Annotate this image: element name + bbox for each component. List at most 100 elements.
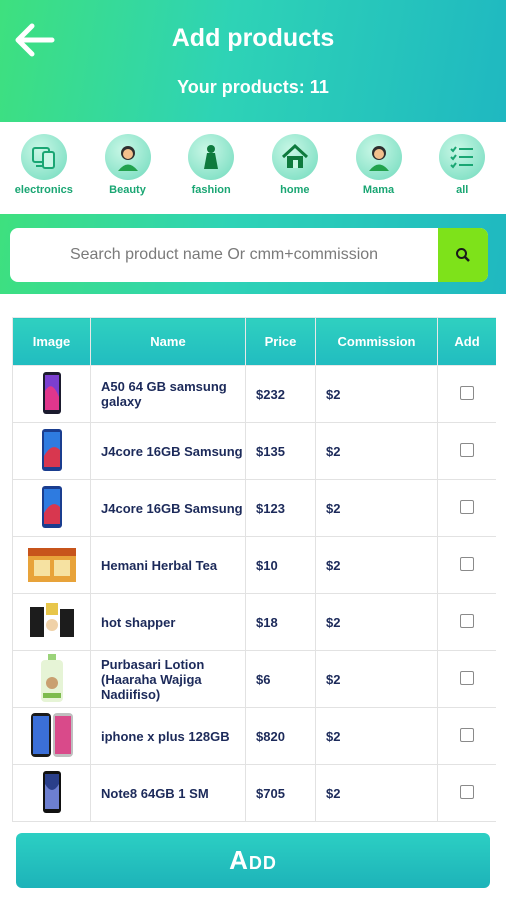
- table-row: J4core 16GB Samsung $135 $2: [12, 422, 496, 480]
- add-cell: [437, 707, 496, 765]
- search-icon: [456, 248, 470, 262]
- table-row: Note8 64GB 1 SM $705 $2: [12, 764, 496, 822]
- dress-icon: [188, 134, 235, 180]
- woman-icon: [355, 134, 402, 180]
- add-cell: [437, 593, 496, 651]
- category-label: all: [456, 184, 469, 196]
- product-commission: $2: [315, 764, 438, 822]
- add-cell: [437, 650, 496, 708]
- product-name: Purbasari Lotion (Haaraha Wajiga Nadiifi…: [90, 650, 246, 708]
- product-commission: $2: [315, 536, 438, 594]
- table-row: A50 64 GB samsung galaxy $232 $2: [12, 365, 496, 423]
- category-beauty[interactable]: Beauty: [86, 134, 170, 196]
- category-fashion[interactable]: fashion: [169, 134, 253, 196]
- page-title: Add products: [171, 24, 335, 52]
- product-commission: $2: [315, 422, 438, 480]
- table-row: J4core 16GB Samsung $123 $2: [12, 479, 496, 537]
- product-commission: $2: [315, 650, 438, 708]
- add-cell: [437, 365, 496, 423]
- header-commission: Commission: [315, 317, 438, 366]
- add-checkbox[interactable]: [460, 670, 474, 685]
- add-checkbox[interactable]: [460, 784, 474, 799]
- header-price: Price: [245, 317, 316, 366]
- product-image-cell: [12, 650, 91, 708]
- app-header: Add products Your products: 11: [0, 0, 506, 122]
- product-price: $232: [245, 365, 316, 423]
- category-label: fashion: [191, 184, 231, 196]
- header-name: Name: [90, 317, 246, 366]
- phone-icon: [42, 371, 61, 414]
- products-table: Image Name Price Commission Add A50 64 G…: [12, 317, 496, 822]
- tea-box-icon: [27, 547, 76, 582]
- phone-icon: [41, 485, 62, 528]
- phone-icon: [30, 712, 73, 757]
- product-price: $10: [245, 536, 316, 594]
- category-label: Mama: [362, 184, 395, 196]
- product-image-cell: [12, 479, 91, 537]
- house-icon: [271, 134, 318, 180]
- product-name: Hemani Herbal Tea: [90, 536, 246, 594]
- product-price: $123: [245, 479, 316, 537]
- add-cell: [437, 479, 496, 537]
- add-button[interactable]: Add: [16, 833, 490, 888]
- product-commission: $2: [315, 707, 438, 765]
- header-add: Add: [437, 317, 496, 366]
- product-name: J4core 16GB Samsung: [90, 479, 246, 537]
- product-commission: $2: [315, 479, 438, 537]
- add-checkbox[interactable]: [460, 499, 474, 514]
- product-name: A50 64 GB samsung galaxy: [90, 365, 246, 423]
- shaper-icon: [29, 602, 74, 637]
- devices-icon: [20, 134, 67, 180]
- product-image-cell: [12, 593, 91, 651]
- checklist-icon: [439, 134, 486, 180]
- add-checkbox[interactable]: [460, 385, 474, 400]
- category-bar: electronics Beauty fashion home Mama all: [0, 122, 506, 214]
- add-cell: [437, 764, 496, 822]
- product-name: iphone x plus 128GB: [90, 707, 246, 765]
- category-label: Beauty: [109, 184, 146, 196]
- category-home[interactable]: home: [253, 134, 337, 196]
- product-image-cell: [12, 365, 91, 423]
- product-commission: $2: [315, 365, 438, 423]
- category-label: electronics: [14, 184, 73, 196]
- product-image-cell: [12, 707, 91, 765]
- product-image-cell: [12, 764, 91, 822]
- product-price: $705: [245, 764, 316, 822]
- table-header-row: Image Name Price Commission Add: [12, 317, 496, 366]
- product-price: $18: [245, 593, 316, 651]
- product-commission: $2: [315, 593, 438, 651]
- product-price: $820: [245, 707, 316, 765]
- header-image: Image: [12, 317, 91, 366]
- table-row: iphone x plus 128GB $820 $2: [12, 707, 496, 765]
- category-mama[interactable]: Mama: [337, 134, 421, 196]
- woman-icon: [104, 134, 151, 180]
- products-table-container: Image Name Price Commission Add A50 64 G…: [12, 317, 496, 823]
- add-checkbox[interactable]: [460, 556, 474, 571]
- product-name: Note8 64GB 1 SM: [90, 764, 246, 822]
- category-electronics[interactable]: electronics: [2, 134, 86, 196]
- add-cell: [437, 422, 496, 480]
- add-checkbox[interactable]: [460, 613, 474, 628]
- phone-icon: [42, 770, 61, 813]
- product-name: J4core 16GB Samsung: [90, 422, 246, 480]
- product-price: $6: [245, 650, 316, 708]
- product-count: Your products: 11: [177, 77, 329, 97]
- table-row: Hemani Herbal Tea $10 $2: [12, 536, 496, 594]
- add-checkbox[interactable]: [460, 442, 474, 457]
- search-input[interactable]: [10, 228, 438, 282]
- product-image-cell: [12, 536, 91, 594]
- table-row: hot shapper $18 $2: [12, 593, 496, 651]
- category-all[interactable]: all: [420, 134, 504, 196]
- search-box: [10, 228, 488, 282]
- product-image-cell: [12, 422, 91, 480]
- bottom-bar: Add: [0, 823, 506, 900]
- add-checkbox[interactable]: [460, 727, 474, 742]
- product-price: $135: [245, 422, 316, 480]
- phone-icon: [41, 428, 62, 471]
- product-name: hot shapper: [90, 593, 246, 651]
- lotion-icon: [40, 653, 63, 702]
- category-label: home: [280, 184, 310, 196]
- table-row: Purbasari Lotion (Haaraha Wajiga Nadiifi…: [12, 650, 496, 708]
- search-section: [0, 214, 506, 294]
- search-button[interactable]: [438, 228, 488, 282]
